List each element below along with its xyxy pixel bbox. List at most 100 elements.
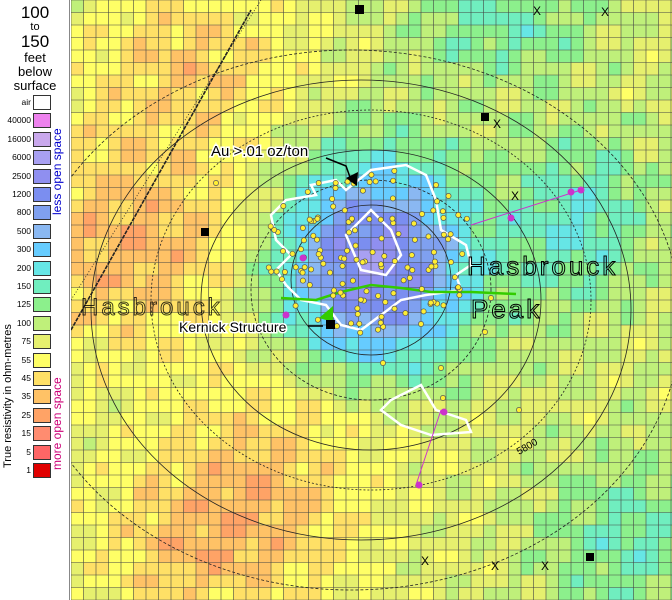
grid-cell bbox=[158, 237, 171, 250]
grid-cell bbox=[608, 562, 621, 575]
grid-cell bbox=[521, 162, 534, 175]
grid-cell bbox=[558, 287, 571, 300]
grid-cell bbox=[633, 337, 646, 350]
grid-cell bbox=[171, 537, 184, 550]
grid-cell bbox=[633, 75, 646, 88]
grid-cell bbox=[146, 475, 159, 488]
sample-point bbox=[314, 316, 321, 323]
grid-cell bbox=[658, 187, 671, 200]
grid-cell bbox=[646, 312, 659, 325]
grid-cell bbox=[221, 250, 234, 263]
grid-cell bbox=[233, 112, 246, 125]
grid-cell bbox=[621, 12, 634, 25]
grid-cell bbox=[258, 200, 271, 213]
grid-cell bbox=[571, 287, 584, 300]
legend-swatch-2500 bbox=[33, 168, 51, 184]
grid-cell bbox=[621, 287, 634, 300]
grid-cell bbox=[396, 375, 409, 388]
grid-cell bbox=[171, 337, 184, 350]
grid-cell bbox=[621, 537, 634, 550]
grid-cell bbox=[408, 100, 421, 113]
grid-cell bbox=[221, 400, 234, 413]
grid-cell bbox=[308, 450, 321, 463]
grid-cell bbox=[233, 350, 246, 363]
grid-cell bbox=[321, 525, 334, 538]
grid-cell bbox=[133, 175, 146, 188]
grid-cell bbox=[133, 487, 146, 500]
grid-cell bbox=[621, 437, 634, 450]
sample-point bbox=[455, 212, 462, 218]
grid-cell bbox=[546, 312, 559, 325]
grid-cell bbox=[258, 0, 271, 13]
grid-cell bbox=[608, 37, 621, 50]
grid-cell bbox=[508, 537, 521, 550]
grid-cell bbox=[283, 562, 296, 575]
grid-cell bbox=[108, 25, 121, 38]
grid-cell bbox=[283, 350, 296, 363]
grid-cell bbox=[546, 387, 559, 400]
grid-cell bbox=[158, 525, 171, 538]
grid-cell bbox=[258, 162, 271, 175]
grid-cell bbox=[633, 575, 646, 588]
grid-cell bbox=[621, 425, 634, 438]
grid-cell bbox=[308, 62, 321, 75]
sample-point bbox=[333, 323, 340, 330]
grid-cell bbox=[496, 187, 509, 200]
grid-cell bbox=[571, 475, 584, 488]
grid-cell bbox=[546, 162, 559, 175]
grid-cell bbox=[433, 437, 446, 450]
grid-cell bbox=[321, 412, 334, 425]
grid-cell bbox=[321, 12, 334, 25]
grid-cell bbox=[646, 12, 659, 25]
grid-cell bbox=[646, 412, 659, 425]
grid-cell bbox=[121, 487, 134, 500]
grid-cell bbox=[221, 62, 234, 75]
grid-cell bbox=[346, 137, 359, 150]
sample-point bbox=[482, 329, 488, 335]
grid-cell bbox=[558, 412, 571, 425]
grid-cell bbox=[121, 100, 134, 113]
grid-cell bbox=[96, 125, 109, 138]
grid-cell bbox=[158, 0, 171, 13]
grid-cell bbox=[521, 112, 534, 125]
grid-cell bbox=[521, 412, 534, 425]
grid-cell bbox=[71, 362, 84, 375]
sample-point bbox=[341, 207, 348, 214]
grid-cell bbox=[221, 275, 234, 288]
grid-cell bbox=[271, 450, 284, 463]
grid-cell bbox=[483, 437, 496, 450]
grid-cell bbox=[646, 550, 659, 563]
sample-point bbox=[320, 260, 327, 267]
grid-cell bbox=[108, 575, 121, 588]
grid-cell bbox=[283, 362, 296, 375]
legend-swatch-125 bbox=[33, 297, 51, 313]
grid-cell bbox=[583, 362, 596, 375]
sample-point bbox=[516, 407, 522, 413]
grid-cell bbox=[508, 525, 521, 538]
grid-cell bbox=[471, 550, 484, 563]
grid-cell bbox=[596, 300, 609, 313]
grid-cell bbox=[133, 550, 146, 563]
sample-point bbox=[330, 203, 337, 210]
grid-cell bbox=[271, 75, 284, 88]
grid-cell bbox=[621, 212, 634, 225]
grid-cell bbox=[421, 337, 434, 350]
grid-cell bbox=[296, 437, 309, 450]
grid-cell bbox=[171, 187, 184, 200]
grid-cell bbox=[108, 187, 121, 200]
grid-cell bbox=[346, 375, 359, 388]
sample-point bbox=[213, 180, 219, 186]
grid-cell bbox=[433, 500, 446, 513]
sample-point bbox=[418, 321, 424, 327]
grid-cell bbox=[546, 212, 559, 225]
grid-cell bbox=[271, 12, 284, 25]
grid-cell bbox=[108, 450, 121, 463]
grid-cell bbox=[208, 275, 221, 288]
grid-cell bbox=[296, 62, 309, 75]
grid-cell bbox=[533, 137, 546, 150]
grid-cell bbox=[408, 587, 421, 600]
grid-cell bbox=[246, 412, 259, 425]
grid-cell bbox=[571, 237, 584, 250]
grid-cell bbox=[158, 350, 171, 363]
grid-cell bbox=[658, 425, 671, 438]
